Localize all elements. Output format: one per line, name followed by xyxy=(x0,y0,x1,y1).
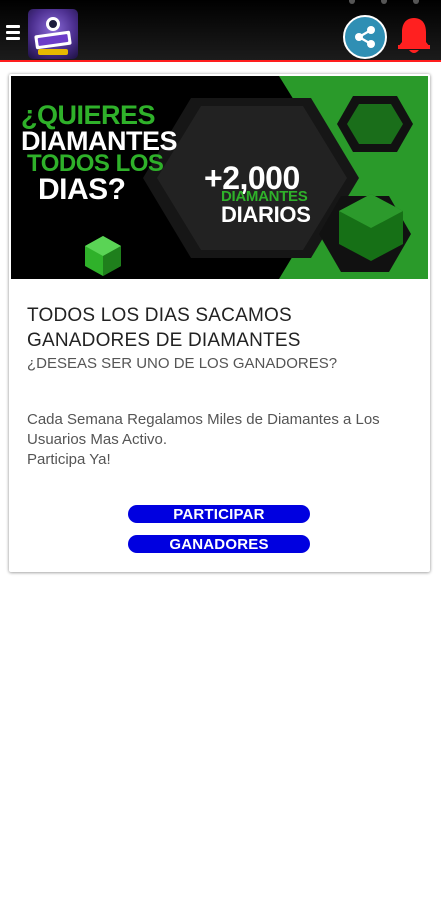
card-body-line-1: Cada Semana Regalamos Miles de Diamantes… xyxy=(27,411,380,448)
banner-line-1: ¿QUIERES xyxy=(21,100,156,130)
giveaway-card: ¿QUIERES DIAMANTES TODOS LOS DIAS? +2,00… xyxy=(9,74,430,572)
share-button[interactable] xyxy=(343,15,387,59)
banner-amount-suffix: DIARIOS xyxy=(221,202,311,227)
app-bar xyxy=(0,0,441,62)
notification-bell-button[interactable] xyxy=(394,14,434,58)
app-bar-accent-line xyxy=(0,60,441,62)
share-icon xyxy=(355,26,375,48)
status-bar-fragment xyxy=(349,0,419,6)
notification-bell-icon xyxy=(398,18,430,53)
participar-button[interactable]: PARTICIPAR xyxy=(128,505,310,523)
card-heading: TODOS LOS DIAS SACAMOS GANADORES DE DIAM… xyxy=(27,305,301,351)
card-body-line-2: Participa Ya! xyxy=(27,451,111,468)
hamburger-menu-icon[interactable] xyxy=(4,24,22,42)
ganadores-button[interactable]: GANADORES xyxy=(128,535,310,553)
promo-banner: ¿QUIERES DIAMANTES TODOS LOS DIAS? +2,00… xyxy=(11,76,428,279)
app-logo-icon xyxy=(28,9,78,59)
card-subheading: ¿DESEAS SER UNO DE LOS GANADORES? xyxy=(27,355,338,372)
card-body: Cada Semana Regalamos Miles de Diamantes… xyxy=(27,410,422,470)
banner-line-4: DIAS? xyxy=(38,173,126,206)
